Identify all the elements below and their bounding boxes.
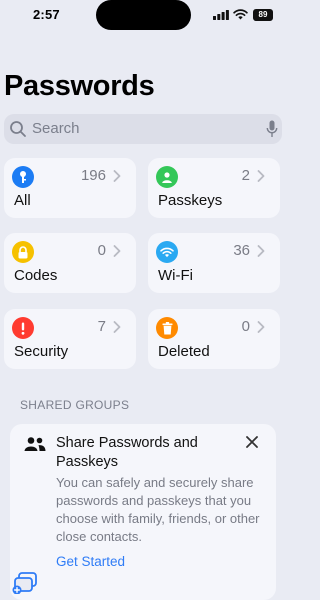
category-deleted[interactable]: 0 Deleted — [148, 309, 280, 369]
microphone-icon[interactable] — [266, 120, 278, 138]
category-count: 196 — [80, 167, 106, 184]
category-count: 7 — [97, 318, 106, 335]
status-bar: 2:57 89 — [0, 0, 282, 34]
category-count: 0 — [97, 242, 106, 259]
person-badge-icon — [156, 166, 178, 188]
category-count: 0 — [241, 318, 250, 335]
chevron-right-icon — [257, 245, 265, 257]
get-started-link[interactable]: Get Started — [56, 554, 125, 569]
search-field[interactable]: Search — [4, 114, 282, 144]
category-wifi[interactable]: 36 Wi-Fi — [148, 233, 280, 293]
exclamation-icon — [12, 317, 34, 339]
chevron-right-icon — [113, 245, 121, 257]
category-label: Wi-Fi — [158, 267, 193, 284]
page-title: Passwords — [4, 70, 155, 102]
share-passwords-card: Share Passwords and Passkeys You can saf… — [10, 424, 276, 600]
share-card-title: Share Passwords and Passkeys — [56, 435, 198, 470]
category-label: Codes — [14, 267, 58, 284]
dynamic-island — [96, 0, 191, 30]
search-placeholder: Search — [32, 120, 80, 137]
category-security[interactable]: 7 Security — [4, 309, 136, 369]
wifi-status-icon — [233, 9, 248, 20]
key-icon — [12, 166, 34, 188]
category-passkeys[interactable]: 2 Passkeys — [148, 158, 280, 218]
people-icon — [24, 437, 46, 451]
category-count: 2 — [241, 167, 250, 184]
chevron-right-icon — [113, 321, 121, 333]
category-count: 36 — [233, 242, 250, 259]
close-icon[interactable] — [246, 436, 258, 448]
chevron-right-icon — [257, 170, 265, 182]
share-card-description: You can safely and securely share passwo… — [56, 475, 260, 544]
chevron-right-icon — [257, 321, 265, 333]
trash-icon — [156, 317, 178, 339]
cellular-signal-icon — [213, 10, 229, 20]
lock-icon — [12, 241, 34, 263]
wifi-icon — [156, 241, 178, 263]
new-shared-group-icon[interactable] — [12, 572, 38, 594]
status-time: 2:57 — [33, 7, 60, 22]
search-icon — [10, 121, 26, 137]
category-label: Security — [14, 343, 69, 360]
chevron-right-icon — [113, 170, 121, 182]
category-codes[interactable]: 0 Codes — [4, 233, 136, 293]
battery-indicator: 89 — [253, 9, 273, 21]
category-label: Deleted — [158, 343, 210, 360]
category-all[interactable]: 196 All — [4, 158, 136, 218]
category-label: All — [14, 192, 31, 209]
category-label: Passkeys — [158, 192, 223, 209]
shared-groups-header: SHARED GROUPS — [20, 398, 130, 412]
